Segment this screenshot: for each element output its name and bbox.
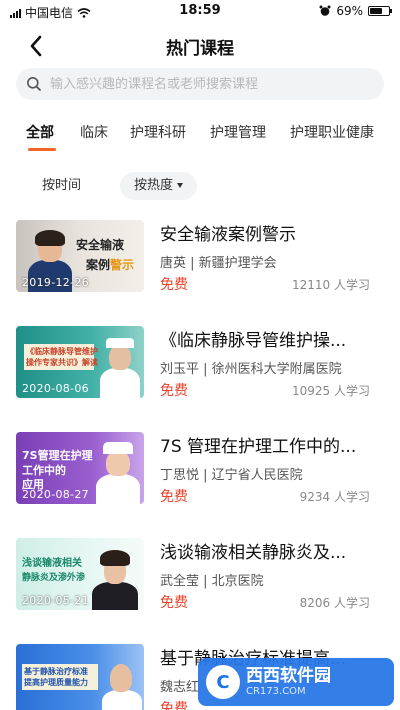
course-price: 免费	[160, 701, 188, 710]
course-learners: 9234 人学习	[299, 490, 370, 504]
active-tab-indicator	[28, 148, 56, 151]
caret-down-icon	[177, 183, 184, 188]
course-teacher: 刘玉平 | 徐州医科大学附属医院	[160, 362, 342, 377]
watermark-text: 西西软件园 CR173.COM	[246, 666, 331, 698]
thumbnail-title: 基于静脉治疗标准	[24, 667, 88, 676]
course-price: 免费	[160, 277, 188, 293]
course-item[interactable]: 浅谈输液相关 静脉炎及渗外渗 2020-05-21 浅谈输液相关静脉炎及... …	[0, 528, 400, 628]
tab-nursing-research[interactable]: 护理科研	[130, 122, 186, 142]
course-teacher: 唐英 | 新疆护理学会	[160, 256, 277, 271]
watermark: C 西西软件园 CR173.COM	[198, 658, 394, 706]
course-price: 免费	[160, 383, 188, 399]
thumbnail-date: 2020-08-06	[22, 382, 89, 395]
course-teacher: 武全莹 | 北京医院	[160, 574, 264, 589]
thumbnail-date: 2019-12-26	[22, 276, 89, 289]
thumbnail-subtitle: 静脉炎及渗外渗	[22, 573, 86, 583]
category-tabs: 全部 临床 护理科研 护理管理 护理职业健康	[0, 118, 400, 154]
course-title: 安全输液案例警示	[160, 225, 296, 245]
thumbnail-title: 安全输液	[76, 238, 125, 252]
course-learners: 8206 人学习	[299, 596, 370, 610]
course-thumbnail: 《临床静脉导管维护 操作专家共识》解读 2020-08-06	[16, 326, 144, 398]
thumbnail-subtitle: 提高护理质量能力	[24, 678, 88, 687]
course-title: 浅谈输液相关静脉炎及...	[160, 543, 347, 563]
nav-bar: 热门课程	[0, 28, 400, 64]
thumbnail-title: 《临床静脉导管维护	[26, 347, 98, 356]
course-title: 《临床静脉导管维护操...	[160, 331, 347, 351]
sort-by-popularity-label: 按热度	[134, 178, 174, 193]
course-thumbnail: 安全输液 案例警示 2019-12-26	[16, 220, 144, 292]
thumbnail-subtitle: 操作专家共识》解读	[26, 358, 98, 367]
search-icon	[27, 77, 41, 91]
status-right: 69%	[319, 4, 392, 18]
thumbnail-subtitle: 工作中的	[22, 464, 66, 477]
thumbnail-date: 2020-05-21	[22, 594, 89, 607]
search-input[interactable]	[50, 76, 370, 92]
watermark-brand: 西西软件园	[246, 666, 331, 686]
alarm-clock-icon	[319, 5, 331, 16]
course-teacher: 丁思悦 | 辽宁省人民医院	[160, 468, 303, 483]
course-price: 免费	[160, 489, 188, 505]
course-thumbnail: 浅谈输液相关 静脉炎及渗外渗 2020-05-21	[16, 538, 144, 610]
thumbnail-title: 浅谈输液相关	[22, 558, 82, 569]
status-bar: 中国电信 18:59 69%	[0, 0, 400, 24]
tab-all[interactable]: 全部	[26, 122, 54, 142]
tab-nursing-management[interactable]: 护理管理	[210, 122, 266, 142]
course-title: 7S 管理在护理工作中的...	[160, 437, 357, 457]
course-item[interactable]: 7S管理在护理 工作中的 应用 2020-08-27 7S 管理在护理工作中的.…	[0, 422, 400, 522]
course-thumbnail: 7S管理在护理 工作中的 应用 2020-08-27	[16, 432, 144, 504]
tab-clinical[interactable]: 临床	[80, 122, 108, 142]
watermark-logo: C	[206, 665, 240, 699]
course-learners: 12110 人学习	[292, 278, 370, 292]
course-item[interactable]: 安全输液 案例警示 2019-12-26 安全输液案例警示 唐英 | 新疆护理学…	[0, 210, 400, 310]
sort-row: 按时间 按热度	[0, 172, 400, 200]
tab-occupational-health[interactable]: 护理职业健康	[290, 122, 374, 142]
thumbnail-title: 7S管理在护理	[22, 449, 93, 462]
course-item[interactable]: 《临床静脉导管维护 操作专家共识》解读 2020-08-06 《临床静脉导管维护…	[0, 316, 400, 416]
course-thumbnail: 基于静脉治疗标准 提高护理质量能力	[16, 644, 144, 710]
sort-by-popularity-button[interactable]: 按热度	[120, 172, 198, 200]
course-price: 免费	[160, 595, 188, 611]
page-title: 热门课程	[166, 39, 234, 59]
thumbnail-subtitle: 案例警示	[86, 258, 135, 272]
battery-percent: 69%	[336, 4, 363, 18]
course-learners: 10925 人学习	[292, 384, 370, 398]
sort-by-time-button[interactable]: 按时间	[42, 172, 81, 200]
search-bar[interactable]	[16, 68, 384, 100]
thumbnail-date: 2020-08-27	[22, 488, 89, 501]
watermark-site: CR173.COM	[246, 686, 306, 697]
battery-icon	[368, 6, 392, 16]
